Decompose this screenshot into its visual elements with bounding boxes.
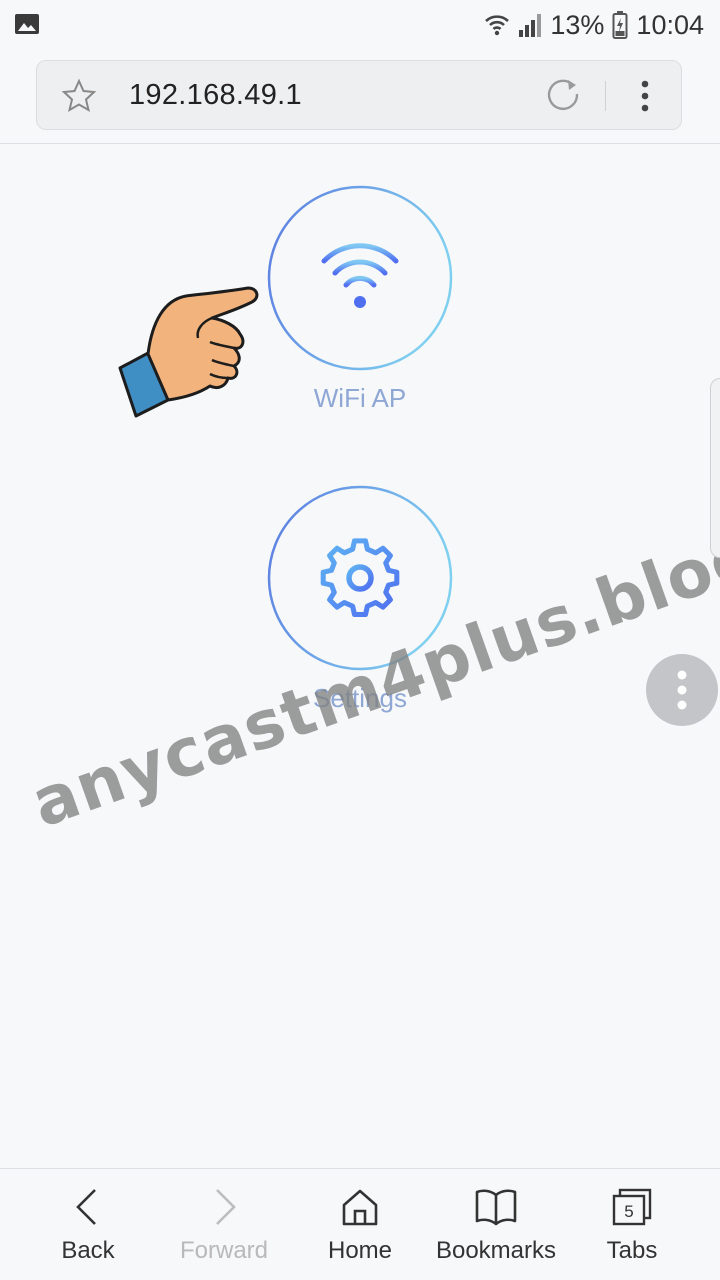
battery-percent: 13% bbox=[550, 9, 605, 40]
battery-icon bbox=[612, 11, 628, 39]
nav-home-label: Home bbox=[327, 1237, 393, 1264]
chevron-right-icon bbox=[216, 1189, 236, 1225]
gear-icon bbox=[320, 538, 400, 618]
book-icon bbox=[475, 1189, 517, 1226]
nav-back[interactable]: Back bbox=[18, 1169, 158, 1280]
nav-tabs[interactable]: 5 Tabs bbox=[562, 1169, 702, 1280]
nav-forward: Forward bbox=[154, 1169, 294, 1280]
nav-bookmarks-label: Bookmarks bbox=[435, 1237, 557, 1264]
nav-home[interactable]: Home bbox=[290, 1169, 430, 1280]
bookmark-star-icon[interactable] bbox=[61, 78, 97, 114]
clock: 10:04 bbox=[636, 9, 704, 40]
nav-bookmarks[interactable]: Bookmarks bbox=[426, 1169, 566, 1280]
vertical-dots-icon bbox=[677, 670, 687, 710]
reload-icon[interactable] bbox=[545, 77, 583, 115]
wifi-ap-button[interactable] bbox=[267, 185, 453, 371]
floating-menu-button[interactable] bbox=[646, 654, 718, 726]
status-right: 13% 10:04 bbox=[484, 8, 704, 42]
wifi-signal-icon bbox=[485, 15, 510, 36]
status-bar: 13% 10:04 bbox=[0, 0, 720, 50]
bottom-navigation: Back Forward Home Bookmarks 5 Tabs bbox=[0, 1169, 720, 1280]
address-bar[interactable]: 192.168.49.1 bbox=[36, 60, 682, 130]
nav-forward-label: Forward bbox=[179, 1237, 269, 1264]
edge-panel-handle[interactable] bbox=[710, 378, 720, 558]
tabs-count: 5 bbox=[624, 1202, 633, 1221]
url-separator bbox=[605, 81, 606, 111]
chevron-left-icon bbox=[76, 1189, 96, 1225]
tabs-icon: 5 bbox=[612, 1188, 652, 1226]
nav-tabs-label: Tabs bbox=[606, 1237, 658, 1264]
more-menu-icon[interactable] bbox=[631, 79, 659, 113]
home-icon bbox=[342, 1189, 378, 1226]
url-text[interactable]: 192.168.49.1 bbox=[129, 79, 302, 112]
nav-back-label: Back bbox=[61, 1237, 115, 1264]
cell-signal-icon bbox=[519, 14, 542, 37]
gallery-icon bbox=[15, 14, 39, 34]
wifi-icon bbox=[321, 243, 399, 308]
pointing-hand-icon bbox=[118, 286, 259, 418]
top-divider bbox=[0, 143, 720, 144]
